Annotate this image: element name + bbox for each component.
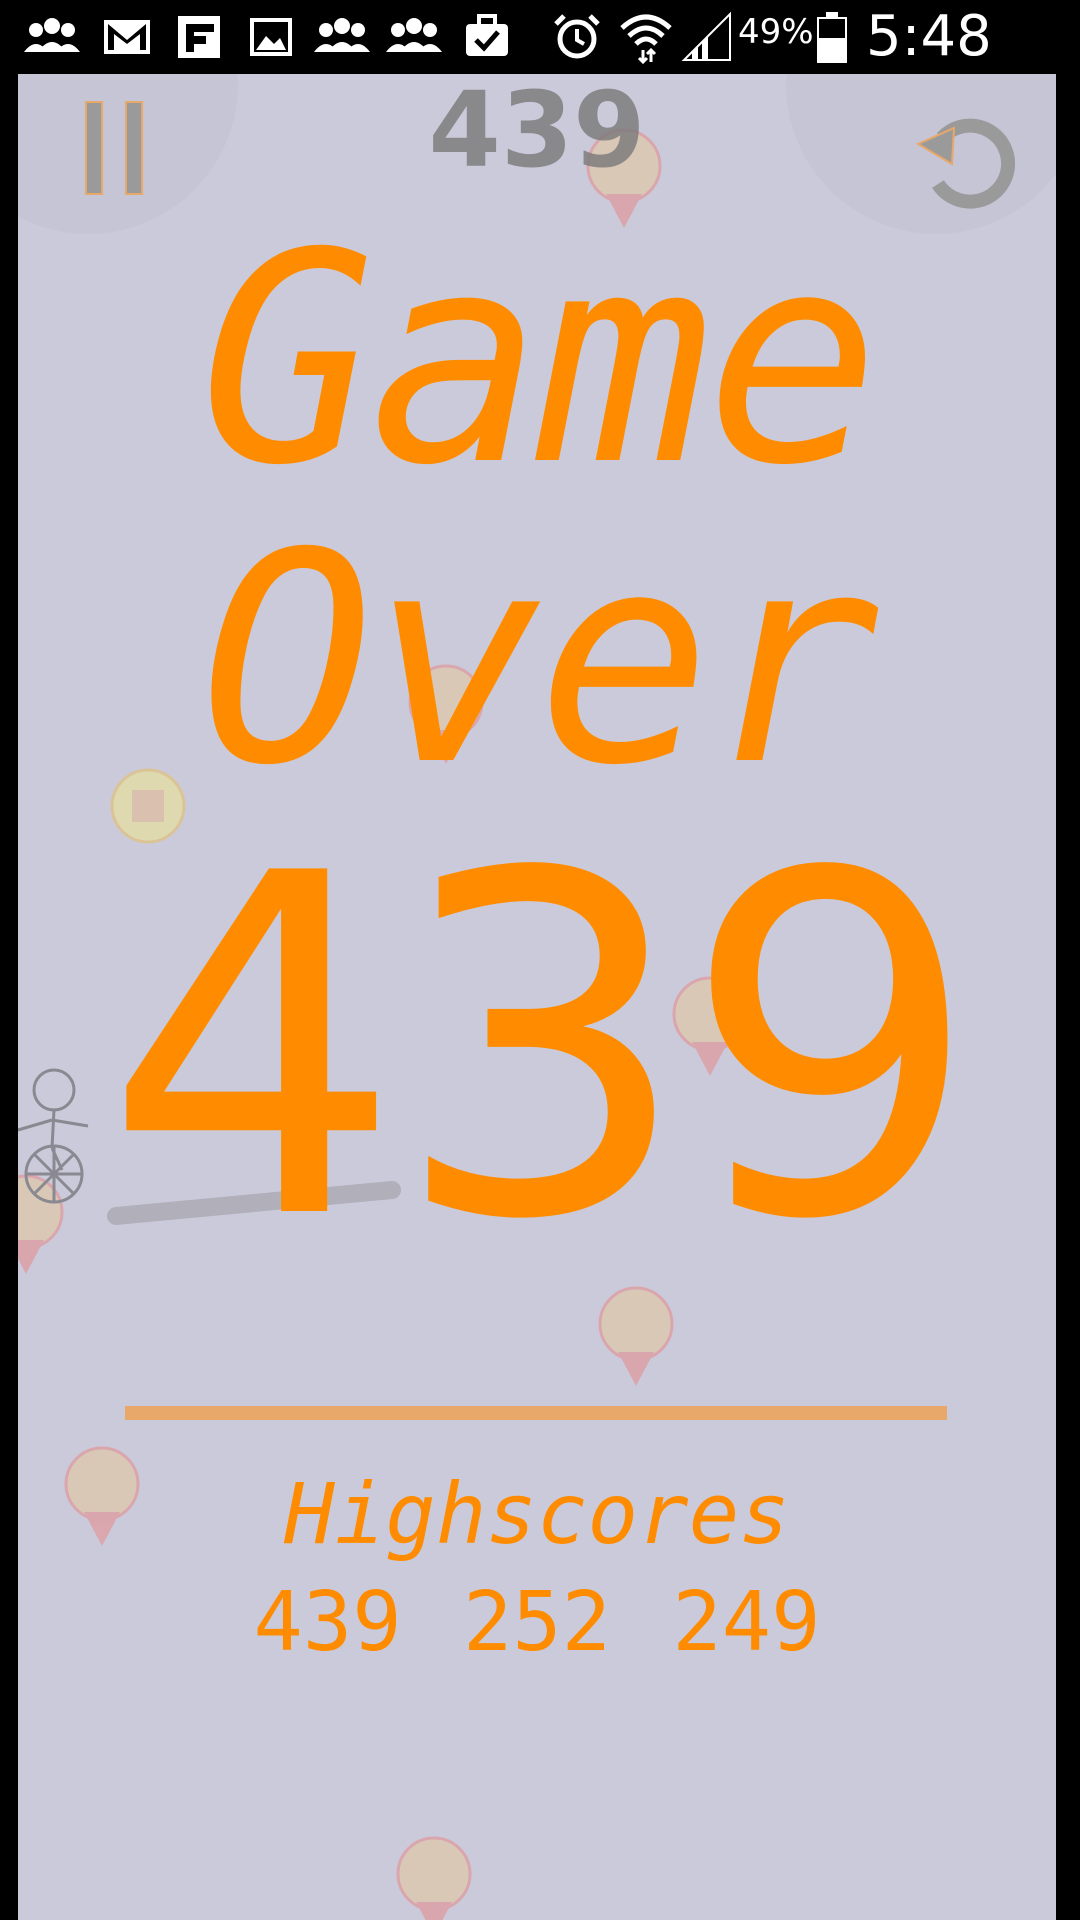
highscores-values: 439 252 249 [253,1575,821,1670]
battery-icon [817,12,847,63]
screen: 49% 5:48 PM [0,0,1080,1920]
briefcase-check-icon [466,14,508,56]
people-icon [314,18,370,52]
people-icon [24,18,80,52]
gmail-icon [104,20,150,54]
battery-percent: 49% [738,12,814,52]
divider [125,1406,947,1420]
balloon [396,1836,472,1920]
gallery-icon [250,18,292,56]
alarm-icon [554,14,600,59]
highscores-label: Highscores [284,1465,790,1563]
wifi-icon [620,14,672,64]
game-over-title-line2: Over [199,492,880,829]
game-over-title-line1: Game [199,192,880,529]
status-bar: 49% 5:48 PM [0,0,1080,134]
current-score: 439 [428,74,646,191]
signal-icon [681,11,731,61]
flipboard-icon [178,16,220,58]
people-icon [386,18,442,52]
final-score: 439 [103,775,980,1322]
game-area[interactable]: 439 Game Over 439 Highscores 439 252 249 [18,74,1056,1920]
